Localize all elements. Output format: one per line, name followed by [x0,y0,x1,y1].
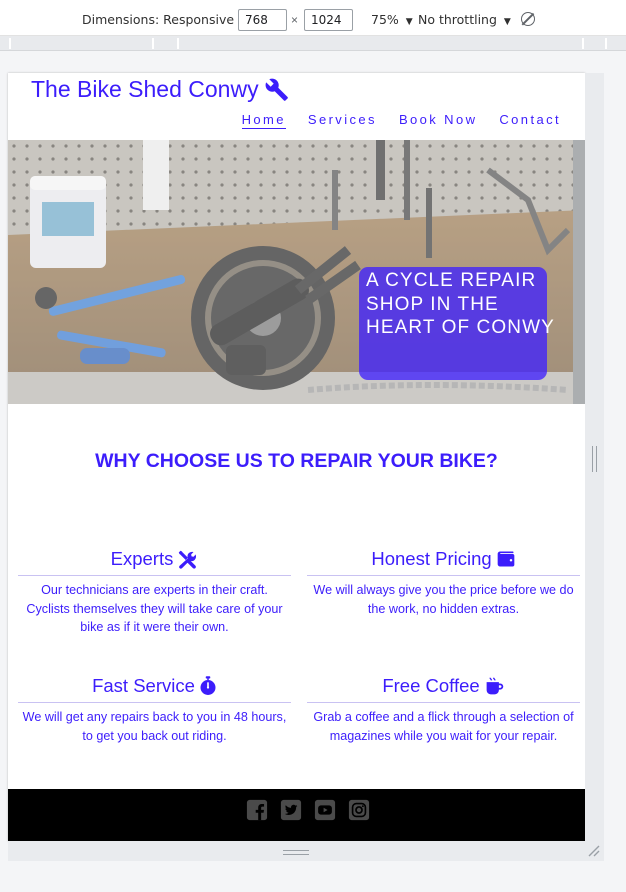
feature-title: Free Coffee [382,675,480,696]
throttling-label: No throttling [418,12,497,27]
nav-home[interactable]: Home [241,112,286,129]
dimensions-label: Dimensions: Responsive [82,12,235,27]
times-separator: × [291,13,299,27]
feature-fast-service: Fast Service We will get any repairs bac… [18,674,291,745]
feature-title: Fast Service [92,675,195,696]
nav-services[interactable]: Services [308,112,377,129]
hero-tagline-line: HEART OF CONWY [366,317,555,338]
feature-description: We will get any repairs back to you in 4… [22,710,287,743]
resize-handle-icon[interactable] [592,446,597,472]
feature-divider [307,575,580,576]
feature-heading: Free Coffee [307,674,580,698]
height-input[interactable]: 1024 [304,9,353,31]
wrench-icon [265,78,288,101]
throttling-dropdown[interactable]: No throttling ▼ [418,12,511,27]
feature-honest-pricing: Honest Pricing We will always give you t… [307,547,580,618]
dimensions-dropdown[interactable]: Dimensions: Responsive ▼ [82,12,248,27]
corner-resize-icon[interactable] [586,843,600,857]
feature-title: Honest Pricing [371,548,492,569]
youtube-icon[interactable] [314,799,336,821]
twitter-icon[interactable] [280,799,302,821]
hero-tagline-box: A CYCLE REPAIR SHOP IN THE HEART OF CONW… [359,267,555,380]
zoom-label: 75% [371,12,399,27]
feature-description: Our technicians are experts in their cra… [26,583,283,634]
feature-description: Grab a coffee and a flick through a sele… [313,710,574,743]
feature-description: We will always give you the price before… [313,583,574,616]
hero-banner: A CYCLE REPAIR SHOP IN THE HEART OF CONW… [8,140,585,404]
emulated-viewport: The Bike Shed Conwy Home Services Book N… [8,73,585,841]
tools-icon [179,550,197,569]
nav-book-now[interactable]: Book Now [399,112,477,129]
nav-contact[interactable]: Contact [499,112,561,129]
social-links [246,799,382,821]
disable-device-icon[interactable] [521,12,535,26]
instagram-icon[interactable] [348,799,370,821]
feature-title: Experts [110,548,174,569]
stopwatch-icon [200,676,216,695]
facebook-icon[interactable] [246,799,268,821]
coffee-mug-icon [486,677,503,694]
feature-divider [307,702,580,703]
chevron-down-icon: ▼ [503,17,511,27]
wallet-icon [497,551,514,567]
feature-divider [18,575,291,576]
feature-heading: Experts [18,547,291,571]
chevron-down-icon: ▼ [405,17,413,27]
site-footer [8,789,585,841]
brand-logo[interactable]: The Bike Shed Conwy [31,76,289,103]
width-input[interactable]: 768 [238,9,287,31]
hero-tagline-line: SHOP IN THE [366,293,499,315]
devtools-device-toolbar: Dimensions: Responsive ▼ 768 × 1024 75% … [0,0,626,36]
zoom-dropdown[interactable]: 75% ▼ [371,12,413,27]
why-choose-us-heading: WHY CHOOSE US TO REPAIR YOUR BIKE? [95,450,498,472]
feature-experts: Experts Our technicians are experts in t… [18,547,291,637]
site-header: The Bike Shed Conwy Home Services Book N… [8,73,585,139]
main-nav: Home Services Book Now Contact [220,112,561,129]
feature-divider [18,702,291,703]
feature-free-coffee: Free Coffee Grab a coffee and a flick th… [307,674,580,745]
feature-heading: Fast Service [18,674,291,698]
feature-heading: Honest Pricing [307,547,580,571]
resize-handle-icon[interactable] [283,850,309,855]
media-query-bar[interactable] [0,36,626,51]
hero-tagline-line: A CYCLE REPAIR [366,270,537,291]
brand-name: The Bike Shed Conwy [31,76,259,102]
